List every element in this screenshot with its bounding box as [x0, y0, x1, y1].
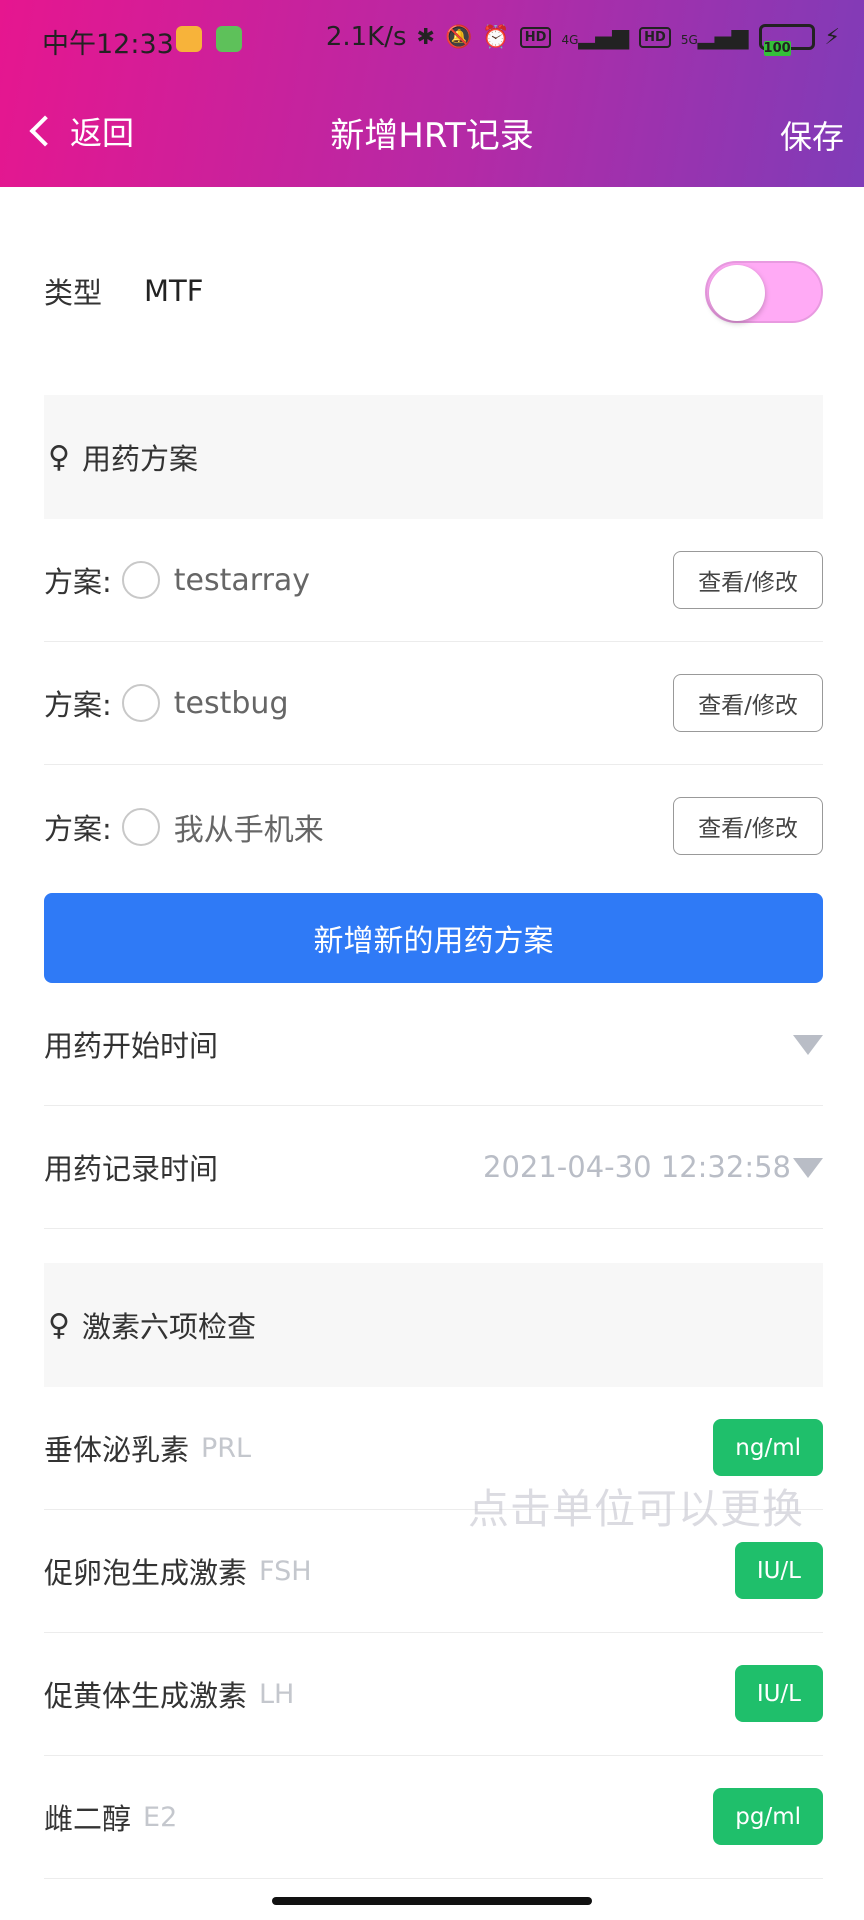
view-edit-button[interactable]: 查看/修改: [673, 797, 823, 855]
bluetooth-icon: ✱: [416, 24, 435, 50]
hormone-name: 雌二醇: [44, 1802, 132, 1836]
hormone-abbr: E2: [143, 1801, 178, 1833]
status-bar: 中午12:33 2.1K/s ✱ 🔕 ⏰ HD 4G▂▄▆ HD 5G▂▄▆ 1…: [0, 0, 864, 76]
home-indicator[interactable]: [272, 1897, 592, 1905]
plan-radio[interactable]: [121, 807, 160, 846]
save-button[interactable]: 保存: [780, 112, 844, 158]
plan-name: testarray: [173, 562, 311, 598]
type-value: MTF: [144, 274, 204, 308]
notification-app-icon: [216, 26, 242, 52]
form-content: 类型 MTF ♀ 用药方案 方案: testarray 查看/修改 方案: te…: [44, 187, 823, 1879]
picker-value: 2021-04-30 12:32:58: [483, 1150, 791, 1184]
alarm-icon: ⏰: [482, 24, 510, 50]
hormone-name: 促黄体生成激素: [44, 1679, 248, 1713]
plan-name: 我从手机来: [173, 812, 324, 848]
plan-prefix: 方案:: [44, 688, 112, 722]
section-title: 用药方案: [81, 442, 198, 476]
page-title: 新增HRT记录: [330, 116, 534, 156]
record-time-picker[interactable]: 用药记录时间 2021-04-30 12:32:58: [44, 1106, 823, 1229]
unit-button[interactable]: pg/ml: [713, 1788, 823, 1845]
picker-label: 用药开始时间: [44, 1029, 219, 1063]
hd-badge: HD: [639, 26, 671, 48]
unit-button[interactable]: IU/L: [734, 1542, 823, 1599]
unit-button[interactable]: IU/L: [734, 1665, 823, 1722]
venus-icon: ♀: [48, 439, 70, 475]
hormone-section-header: ♀ 激素六项检查: [44, 1263, 823, 1387]
type-label: 类型: [44, 276, 103, 310]
view-edit-button[interactable]: 查看/修改: [673, 674, 823, 732]
section-title: 激素六项检查: [81, 1310, 256, 1344]
plan-prefix: 方案:: [44, 565, 112, 599]
plan-name: testbug: [173, 685, 289, 721]
plan-row: 方案: testarray 查看/修改: [44, 519, 823, 642]
unit-button[interactable]: ng/ml: [713, 1419, 823, 1476]
status-indicators: 2.1K/s ✱ 🔕 ⏰ HD 4G▂▄▆ HD 5G▂▄▆ 100 ⚡: [325, 22, 840, 56]
start-time-picker[interactable]: 用药开始时间: [44, 983, 823, 1106]
unit-change-hint: 点击单位可以更换: [468, 1485, 804, 1533]
status-time: 中午12:33: [42, 29, 174, 60]
app-header: 中午12:33 2.1K/s ✱ 🔕 ⏰ HD 4G▂▄▆ HD 5G▂▄▆ 1…: [0, 0, 864, 187]
add-plan-button[interactable]: 新增新的用药方案: [44, 893, 823, 983]
battery-icon: 100: [758, 24, 815, 56]
signal-4g-icon: 4G▂▄▆: [561, 24, 630, 50]
notification-app-icon: [176, 26, 202, 52]
hormone-row: 雌二醇 E2 pg/ml: [44, 1756, 823, 1879]
type-row: 类型 MTF: [44, 187, 823, 395]
net-speed: 2.1K/s: [325, 22, 407, 52]
plan-row: 方案: testbug 查看/修改: [44, 642, 823, 765]
hormone-name: 促卵泡生成激素: [44, 1556, 248, 1590]
view-edit-button[interactable]: 查看/修改: [673, 551, 823, 609]
plan-prefix: 方案:: [44, 811, 112, 846]
hd-badge: HD: [519, 26, 552, 48]
hormone-abbr: LH: [259, 1678, 295, 1710]
plan-radio[interactable]: [121, 684, 160, 722]
triangle-down-icon: [793, 1035, 823, 1055]
triangle-down-icon: [793, 1158, 823, 1178]
hormone-row: 促黄体生成激素 LH IU/L: [44, 1633, 823, 1756]
plan-section-header: ♀ 用药方案: [44, 395, 823, 519]
picker-label: 用药记录时间: [44, 1152, 219, 1186]
signal-5g-icon: 5G▂▄▆: [680, 24, 749, 50]
type-toggle[interactable]: [705, 261, 823, 323]
hormone-abbr: FSH: [259, 1555, 312, 1587]
charging-icon: ⚡: [824, 24, 840, 50]
venus-icon: ♀: [48, 1307, 70, 1343]
hormone-name: 垂体泌乳素: [44, 1433, 190, 1467]
toggle-knob: [709, 265, 765, 321]
plan-radio[interactable]: [121, 561, 160, 599]
hormone-abbr: PRL: [201, 1432, 252, 1464]
plan-row: 方案: 我从手机来 查看/修改: [44, 765, 823, 888]
mute-icon: 🔕: [444, 24, 473, 50]
